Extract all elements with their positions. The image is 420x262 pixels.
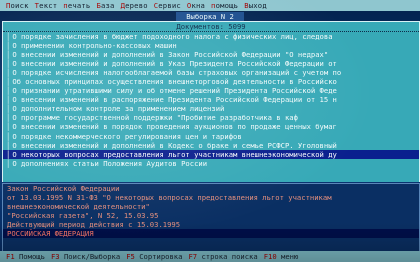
- menu-item[interactable]: печать: [57, 1, 90, 10]
- menu-bar: Поиск Текст печать База Дерево Сервис Окна помо…: [0, 0, 420, 11]
- row-marker-icon: │: [6, 68, 11, 78]
- window-title-strip: Выборка N 2: [0, 11, 420, 21]
- detail-line: внешнеэкономической деятельности": [7, 202, 150, 211]
- document-row[interactable]: │ О признании утратившими силу и об отмен…: [3, 86, 419, 95]
- function-key: F3: [50, 252, 60, 261]
- row-marker-icon: │: [6, 104, 11, 114]
- document-title: О признании утратившими силу и об отмене…: [12, 86, 337, 96]
- document-title: О внесении изменений и дополнений в Зако…: [12, 50, 329, 60]
- menu-item[interactable]: помощь: [205, 1, 238, 10]
- document-row[interactable]: │ О порядке некоммерческого регулирования…: [3, 132, 419, 141]
- dos-screen: Поиск Текст печать База Дерево Сервис Окна помо…: [0, 0, 420, 262]
- selected-document-row[interactable]: │ О некоторых вопросах предоставления льг…: [3, 149, 419, 159]
- menu-item[interactable]: Сервис: [148, 1, 181, 10]
- menu-label-rest: ечать: [67, 1, 91, 10]
- row-marker-icon: │: [6, 140, 11, 150]
- menu-item[interactable]: Текст: [29, 1, 58, 10]
- document-row[interactable]: │ Об основных принципах осуществления вне…: [3, 77, 419, 86]
- function-key-label: строка поиска: [201, 252, 258, 261]
- menu-label-rest: екст: [39, 1, 58, 10]
- document-row[interactable]: │ О применении контрольно-кассовых машин: [3, 41, 419, 50]
- function-key-label: Поиск/Выборка: [63, 252, 121, 261]
- menu-label-rest: ерево: [125, 1, 148, 10]
- detail-line: Действующий период действия с 15.03.1995: [7, 220, 181, 229]
- menu-item[interactable]: Выход: [238, 1, 267, 10]
- row-marker-icon: │: [6, 122, 11, 132]
- menu-label-rest: аза: [100, 1, 115, 10]
- document-title: О порядке зачисления в бюджет подоходног…: [12, 32, 333, 41]
- document-row[interactable]: │ О внесении изменений в порядок проведен…: [3, 122, 419, 131]
- document-title: О порядке некоммерческого регулирования …: [12, 131, 242, 141]
- status-hotkey[interactable]: F7 строка поиска: [182, 252, 257, 261]
- menu-item[interactable]: База: [90, 1, 114, 10]
- function-key: F10: [263, 252, 277, 261]
- row-marker-icon: │: [6, 77, 11, 87]
- document-row[interactable]: │ О дополнительном контроле за применение…: [3, 104, 419, 113]
- document-title: О порядке исчисления налогооблагаемой ба…: [12, 68, 342, 78]
- document-row[interactable]: │ О программе государственной поддержки "…: [3, 113, 419, 122]
- document-details-pane: Закон Российской Федерации от 13.03.1995 …: [2, 183, 420, 252]
- row-marker-icon: │: [6, 59, 11, 69]
- function-key: F5: [126, 252, 135, 261]
- function-key: F1: [6, 252, 15, 261]
- window-title: Выборка N 2: [176, 11, 244, 21]
- status-hotkey[interactable]: F10 меню: [258, 252, 299, 261]
- row-marker-icon: │: [6, 95, 11, 105]
- row-marker-icon: │: [6, 113, 11, 123]
- document-title: О внесении изменений в распоряжение През…: [12, 95, 337, 105]
- function-key: F7: [188, 252, 198, 261]
- document-row[interactable]: │ О внесении изменений и дополнений в Код…: [3, 141, 419, 150]
- menu-label-rest: кна: [191, 1, 206, 10]
- detail-line: Закон Российской Федерации: [7, 184, 120, 193]
- document-row[interactable]: │ О дополнениях статьи Положения Аудитов …: [3, 159, 419, 168]
- menu-item[interactable]: Окна: [181, 1, 205, 10]
- document-row[interactable]: │ О порядке исчисления налогооблагаемой б…: [3, 68, 419, 77]
- document-title: О некоторых вопросах предоставления льго…: [12, 149, 337, 159]
- document-title: О внесении изменений и дополнений в Коде…: [12, 140, 337, 150]
- document-row[interactable]: │ О внесении изменений и дополнений в Зак…: [3, 50, 419, 59]
- document-title: О внесении изменений и дополнений в Указ…: [12, 59, 337, 69]
- menu-label-rest: ервис: [158, 1, 181, 10]
- row-marker-icon: │: [6, 86, 11, 96]
- document-title: О дополнительном контроле за применением…: [12, 104, 225, 114]
- function-key-label: меню: [281, 252, 299, 261]
- status-hotkey[interactable]: F3 Поиск/Выборка: [45, 252, 120, 261]
- detail-line: РОССИЙСКАЯ ФЕДЕРАЦИЯ: [3, 229, 419, 238]
- status-hotkey[interactable]: F1 Помощь: [0, 252, 45, 261]
- document-list-panel: Документов: 5099 │ О порядке зачисления в…: [2, 21, 420, 182]
- row-marker-icon: │: [6, 158, 11, 168]
- row-marker-icon: │: [6, 41, 11, 51]
- menu-label-rest: ыход: [248, 1, 267, 10]
- status-hotkey[interactable]: F5 Сортировка: [120, 252, 182, 261]
- detail-line: от 13.03.1995 N 31-ФЗ "О некоторых вопро…: [7, 193, 332, 202]
- document-title: Об основных принципах осуществления внеш…: [12, 77, 337, 87]
- document-row[interactable]: │ О внесении изменений и дополнений в Ука…: [3, 59, 419, 68]
- document-title: О применении контрольно-кассовых машин: [12, 41, 177, 51]
- function-key-label: Сортировка: [139, 252, 183, 261]
- row-marker-icon: │: [6, 149, 11, 159]
- menu-label-rest: оиск: [10, 1, 29, 10]
- status-bar: F1 Помощь F3 Поиск/Выборка F5 Сортировка F7…: [0, 251, 420, 262]
- document-row[interactable]: │ О порядке зачисления в бюджет подоходно…: [3, 32, 419, 41]
- document-title: О внесении изменений в порядок проведени…: [12, 122, 337, 132]
- function-key-label: Помощь: [18, 252, 45, 261]
- menu-item[interactable]: Дерево: [115, 1, 148, 10]
- menu-label-rest: омощь: [215, 1, 239, 10]
- document-title: О дополнениях статьи Положения Аудитов Р…: [12, 158, 208, 168]
- menu-item[interactable]: Поиск: [0, 1, 29, 10]
- document-title: О программе государственной поддержки "П…: [12, 113, 298, 123]
- detail-line: "Российская газета", N 52, 15.03.95: [7, 211, 159, 220]
- row-marker-icon: │: [6, 50, 11, 60]
- row-marker-icon: │: [6, 131, 11, 141]
- document-row[interactable]: │ О внесении изменений в распоряжение Пре…: [3, 95, 419, 104]
- document-count: Документов: 5099: [3, 22, 419, 32]
- row-marker-icon: │: [6, 32, 11, 41]
- document-list: │ О порядке зачисления в бюджет подоходно…: [3, 32, 419, 168]
